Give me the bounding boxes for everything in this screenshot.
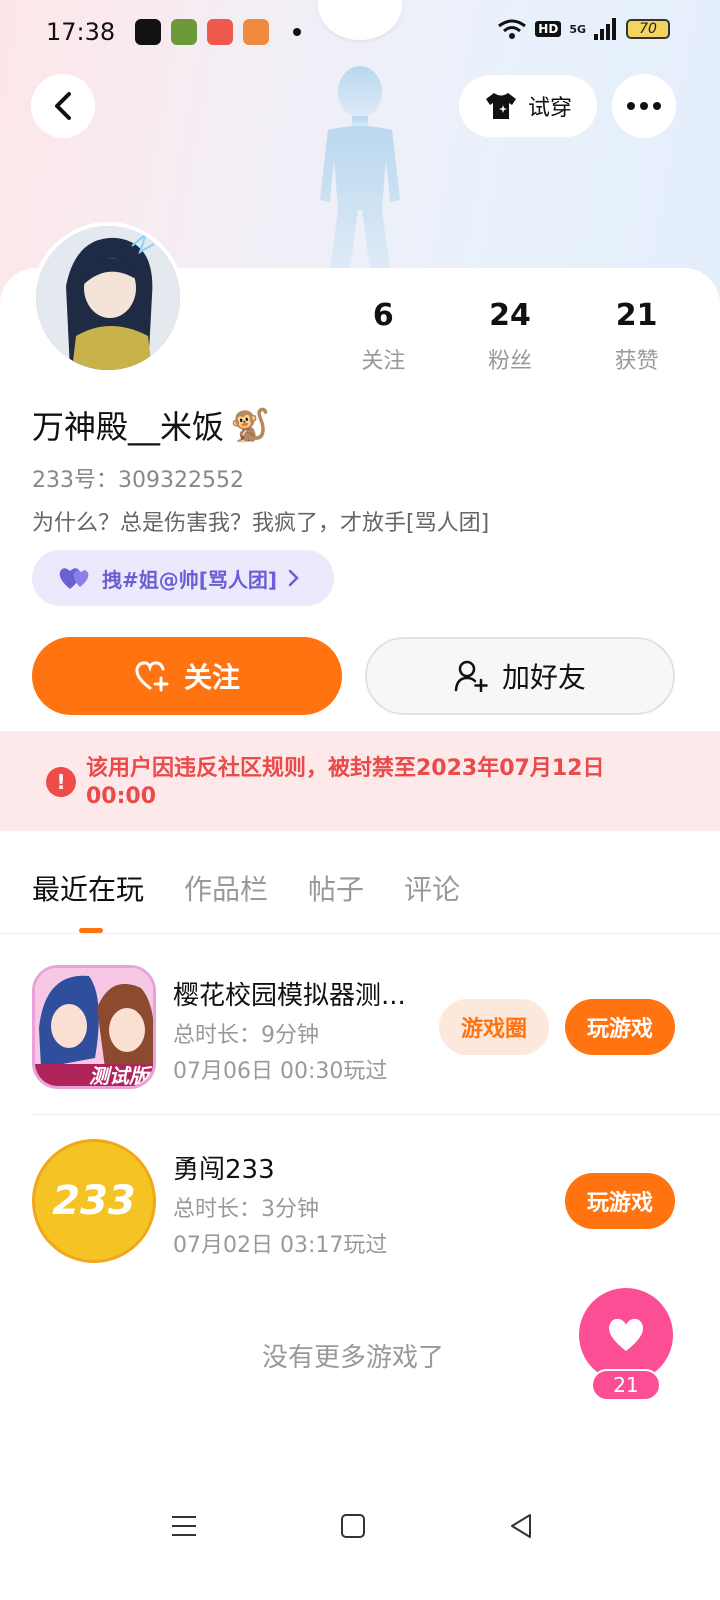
try-on-label: 试穿 (527, 96, 572, 121)
username: 万神殿__米饭 🐒 (32, 402, 270, 448)
wifi-icon (498, 19, 527, 39)
tab-works[interactable]: 作品栏 (184, 868, 268, 908)
add-friend-button[interactable]: 加好友 (365, 637, 675, 715)
profile-stats: 6 关注 24 粉丝 21 获赞 (320, 298, 700, 375)
back-nav-button[interactable] (501, 1506, 541, 1546)
play-game-button[interactable]: 玩游戏 (565, 999, 675, 1055)
game-icon-sakura: 测试版 (32, 965, 156, 1089)
row-divider (32, 1114, 720, 1115)
profile-tabs: 最近在玩 作品栏 帖子 评论 (32, 868, 460, 908)
heart-plus-icon (135, 661, 169, 692)
system-nav-bar (0, 1490, 720, 1560)
home-square-icon (341, 1514, 365, 1538)
tab-posts[interactable]: 帖子 (308, 868, 364, 908)
signal-icon (594, 18, 616, 40)
game-duration: 总时长：3分钟 (173, 1197, 319, 1222)
avatar-3d-figure (320, 66, 400, 270)
status-time: 17:38 (46, 18, 116, 46)
tshirt-icon (485, 93, 516, 119)
game-app-icon (171, 19, 198, 45)
ban-notice: ! 该用户因违反社区规则，被封禁至2023年07月12日 00:00 (0, 731, 720, 831)
add-user-icon (454, 660, 488, 692)
book-app-icon (243, 19, 270, 45)
add-friend-label: 加好友 (501, 661, 586, 694)
game-last-played: 07月02日 03:17玩过 (173, 1233, 388, 1258)
chevron-right-icon (288, 569, 299, 587)
group-tag-pill[interactable]: 拽#姐@帅[骂人团] (32, 550, 334, 606)
network-type: 5G (569, 22, 586, 36)
user-bio: 为什么？总是伤害我？我疯了，才放手[骂人团] (32, 511, 490, 536)
video-app-icon (135, 19, 162, 45)
menu-icon (172, 1516, 196, 1536)
home-nav-button[interactable] (333, 1506, 373, 1546)
stat-value: 21 (615, 298, 658, 333)
game-icon-badge: 测试版 (89, 1064, 149, 1088)
game-icon-text: 233 (52, 1178, 136, 1224)
game-circle-button[interactable]: 游戏圈 (439, 999, 549, 1055)
game-icon-233: 233 (32, 1139, 156, 1263)
user-id: 233号：309322552 (32, 468, 244, 493)
game-item[interactable]: 测试版 樱花校园模拟器测... 总时长：9分钟 07月06日 00:30玩过 游… (32, 965, 692, 1095)
game-name: 勇闯233 (173, 1155, 275, 1185)
notification-icons (135, 19, 302, 45)
ban-text: 该用户因违反社区规则，被封禁至2023年07月12日 00:00 (86, 756, 605, 809)
stat-value: 6 (372, 298, 394, 333)
more-notifications-dot (293, 28, 302, 36)
stat-following[interactable]: 6 关注 (320, 298, 447, 375)
battery-indicator: 70 (626, 19, 670, 39)
more-dots-icon (627, 102, 661, 110)
follow-label: 关注 (183, 661, 240, 694)
status-indicators: HD 5G 70 (497, 18, 670, 40)
follow-button[interactable]: 关注 (32, 637, 342, 715)
chevron-left-icon (55, 92, 71, 120)
back-triangle-icon (511, 1514, 531, 1538)
monkey-emoji: 🐒 (230, 406, 270, 444)
tabs-divider (0, 933, 720, 934)
like-button[interactable] (579, 1288, 673, 1382)
game-duration: 总时长：9分钟 (173, 1023, 319, 1048)
tab-recently-played[interactable]: 最近在玩 (32, 868, 144, 908)
stat-value: 24 (489, 298, 531, 333)
double-heart-icon (59, 568, 89, 589)
avatar[interactable] (32, 222, 184, 374)
play-game-button[interactable]: 玩游戏 (565, 1173, 675, 1229)
stat-likes[interactable]: 21 获赞 (573, 298, 700, 375)
music-app-icon (207, 19, 234, 45)
stat-followers[interactable]: 24 粉丝 (447, 298, 574, 375)
warning-icon: ! (46, 767, 76, 797)
try-on-button[interactable]: 试穿 (459, 75, 597, 137)
game-last-played: 07月06日 00:30玩过 (173, 1059, 388, 1084)
game-name: 樱花校园模拟器测... (173, 981, 406, 1011)
heart-icon (608, 1318, 644, 1351)
like-count: 21 (591, 1369, 661, 1401)
game-item[interactable]: 233 勇闯233 总时长：3分钟 07月02日 03:17玩过 玩游戏 (32, 1139, 692, 1269)
group-tag-label: 拽#姐@帅[骂人团] (102, 567, 278, 592)
hd-badge: HD (535, 21, 562, 37)
tab-comments[interactable]: 评论 (404, 868, 460, 908)
more-button[interactable] (612, 74, 676, 138)
stat-label: 粉丝 (488, 349, 533, 374)
username-text: 万神殿__米饭 (32, 408, 225, 446)
avatar-portrait (36, 226, 180, 370)
menu-nav-button[interactable] (164, 1506, 204, 1546)
stat-label: 获赞 (614, 349, 659, 374)
back-button[interactable] (31, 74, 95, 138)
stat-label: 关注 (361, 349, 406, 374)
